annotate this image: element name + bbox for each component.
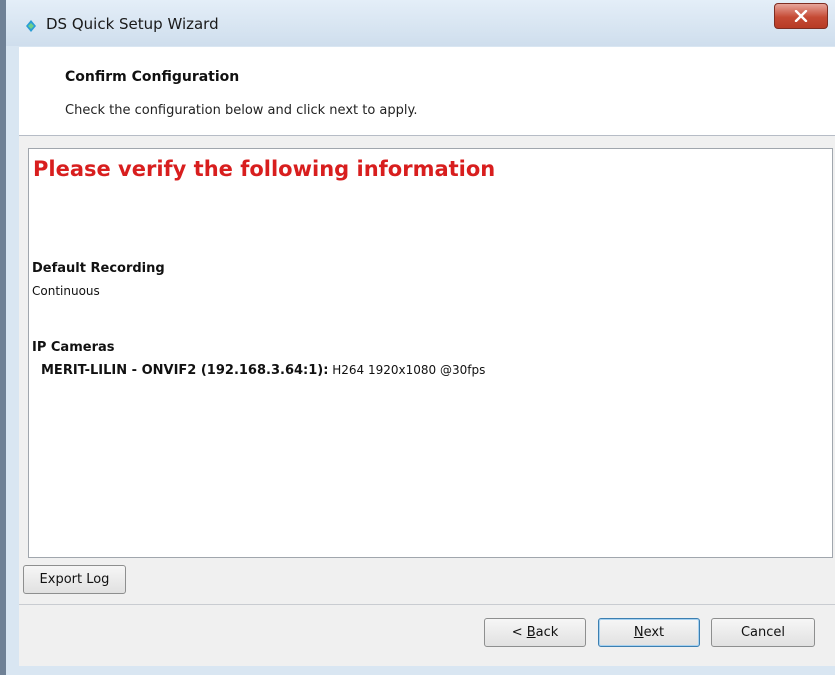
ip-cameras-label: IP Cameras xyxy=(32,340,115,355)
footer-divider xyxy=(19,604,835,605)
next-button[interactable]: Next xyxy=(598,618,700,647)
cancel-button[interactable]: Cancel xyxy=(711,618,815,647)
export-log-button[interactable]: Export Log xyxy=(23,565,126,594)
title-bar[interactable]: DS Quick Setup Wizard xyxy=(6,0,835,46)
camera-list-item: MERIT-LILIN - ONVIF2 (192.168.3.64:1): H… xyxy=(41,363,485,378)
next-label: Next xyxy=(633,625,665,640)
close-x-icon xyxy=(794,10,808,22)
cancel-label: Cancel xyxy=(740,625,786,640)
ds-app-icon xyxy=(26,20,36,32)
default-recording-value: Continuous xyxy=(32,284,100,298)
export-log-label: Export Log xyxy=(39,572,110,587)
camera-name: MERIT-LILIN - ONVIF2 (192.168.3.64:1): xyxy=(41,363,329,378)
window-title: DS Quick Setup Wizard xyxy=(46,15,219,33)
summary-panel[interactable]: Please verify the following information … xyxy=(28,148,833,558)
wizard-window: DS Quick Setup Wizard Confirm Configurat… xyxy=(0,0,835,675)
verify-heading: Please verify the following information xyxy=(33,157,496,181)
wizard-header: Confirm Configuration Check the configur… xyxy=(19,47,835,136)
close-button[interactable] xyxy=(774,3,828,29)
back-button[interactable]: < Back xyxy=(484,618,586,647)
camera-stream-detail: H264 1920x1080 @30fps xyxy=(332,363,486,377)
default-recording-label: Default Recording xyxy=(32,261,165,276)
back-label: < Back xyxy=(511,625,559,640)
page-subtitle: Check the configuration below and click … xyxy=(65,103,418,118)
page-title: Confirm Configuration xyxy=(65,69,240,85)
